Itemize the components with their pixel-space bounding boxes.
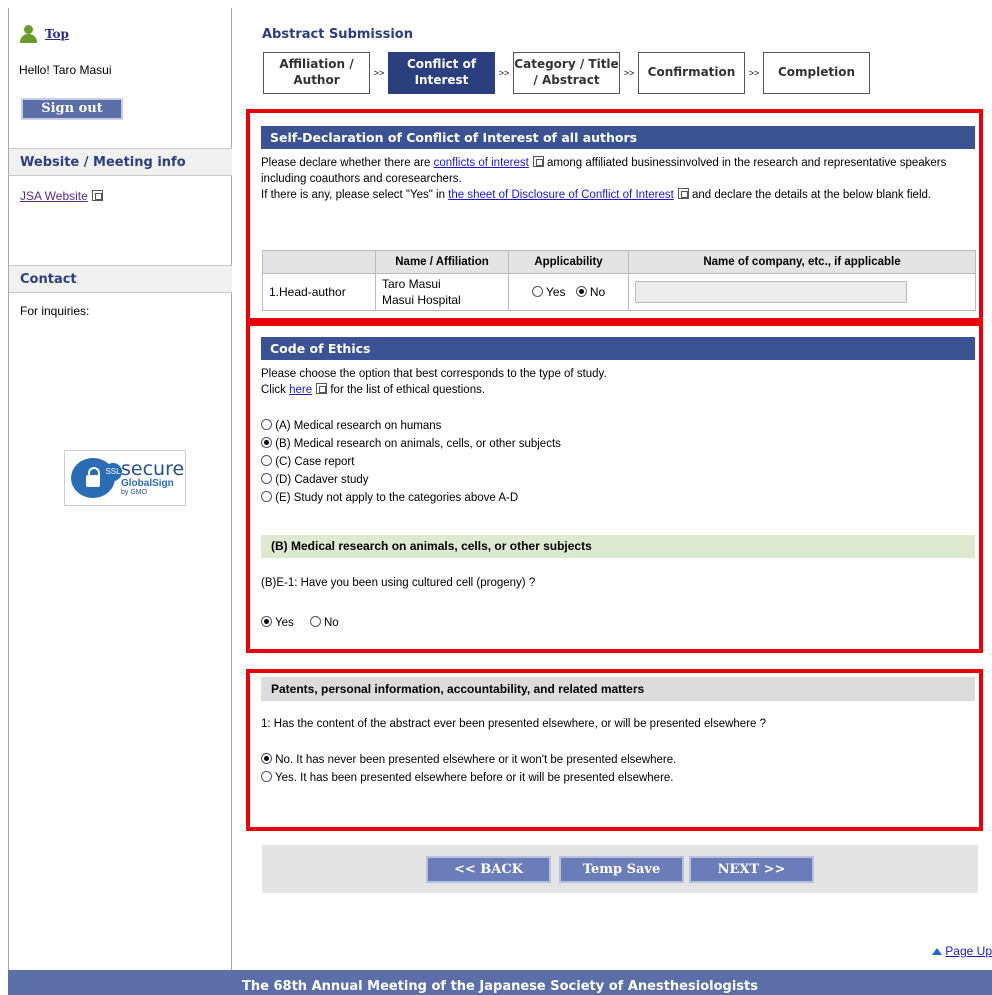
jsa-website-label[interactable]: JSA Website — [20, 189, 88, 203]
ethics-text-1: Please choose the option that best corre… — [261, 368, 607, 380]
author-affiliation: Masui Hospital — [382, 293, 461, 307]
author-name-affiliation: Taro Masui Masui Hospital — [375, 273, 509, 311]
greeting: Hello! Taro Masui — [19, 63, 112, 77]
ethics-option-d[interactable]: (D) Cadaver study — [261, 471, 975, 489]
company-name-input[interactable] — [635, 281, 907, 303]
step-affiliation[interactable]: Affiliation / Author — [263, 52, 370, 94]
back-button[interactable]: << BACK — [426, 856, 551, 883]
radio-e[interactable] — [261, 491, 272, 502]
step-separator: >> — [623, 68, 635, 78]
coi-heading: Self-Declaration of Conflict of Interest… — [261, 126, 975, 149]
ethics-answer: Yes No — [261, 615, 975, 631]
external-link-icon — [91, 190, 103, 201]
ssl-brand-text: GlobalSign — [121, 478, 174, 489]
ethics-heading: Code of Ethics — [261, 337, 975, 360]
ethics-question: (B)E-1: Have you been using cultured cel… — [261, 577, 536, 589]
sidebar: Top Hello! Taro Masui Sign out Website /… — [8, 8, 232, 970]
next-button[interactable]: NEXT >> — [689, 856, 814, 883]
question-yes-radio[interactable] — [261, 616, 272, 627]
step-separator: >> — [373, 68, 385, 78]
button-bar: << BACK Temp Save NEXT >> — [262, 845, 978, 893]
patents-yes-radio[interactable] — [261, 771, 272, 782]
patents-heading: Patents, personal information, accountab… — [261, 677, 975, 701]
company-cell — [628, 273, 976, 311]
coi-no-radio[interactable] — [575, 286, 587, 297]
radio-c[interactable] — [261, 455, 272, 466]
patents-options: No. It has never been presented elsewher… — [261, 751, 975, 787]
ethics-section: Code of Ethics Please choose the option … — [246, 322, 983, 653]
coi-text-2: If there is any, please select "Yes" in … — [261, 188, 932, 201]
lock-icon: SSL — [71, 458, 122, 498]
coi-text-1: Please declare whether there are conflic… — [261, 156, 947, 185]
patents-option-yes[interactable]: Yes. It has been presented elsewhere bef… — [261, 769, 975, 787]
external-link-icon — [677, 188, 689, 199]
contact-text: For inquiries: — [20, 304, 90, 318]
step-category-title[interactable]: Category / Title / Abstract — [513, 52, 620, 94]
footer: The 68th Annual Meeting of the Japanese … — [8, 970, 992, 995]
ssl-tag: SSL — [104, 463, 122, 481]
step-progress: Affiliation / Author >> Conflict of Inte… — [263, 52, 870, 94]
main-content: Abstract Submission Affiliation / Author… — [233, 8, 992, 970]
question-no-radio[interactable] — [309, 616, 321, 627]
up-arrow-icon — [932, 948, 943, 955]
applicability-cell: Yes No — [508, 273, 629, 311]
patents-option-no[interactable]: No. It has never been presented elsewher… — [261, 751, 975, 769]
step-conflict-of-interest[interactable]: Conflict of Interest — [388, 52, 495, 94]
contact-heading: Contact — [9, 265, 232, 293]
ethics-sub-heading: (B) Medical research on animals, cells, … — [261, 535, 975, 558]
ethics-option-b[interactable]: (B) Medical research on animals, cells, … — [261, 435, 975, 453]
table-header: Applicability — [508, 250, 629, 274]
ssl-sub-text: by GMO — [121, 489, 148, 496]
jsa-website-link[interactable]: JSA Website — [20, 189, 103, 203]
radio-b[interactable] — [261, 437, 272, 448]
conflicts-of-interest-link[interactable]: conflicts of interest — [434, 157, 529, 169]
website-heading: Website / Meeting info — [9, 148, 232, 176]
radio-a[interactable] — [261, 419, 272, 430]
signout-button[interactable]: Sign out — [21, 98, 123, 120]
table-header: Name of company, etc., if applicable — [628, 250, 976, 274]
patents-no-radio[interactable] — [261, 753, 272, 764]
coi-yes-radio[interactable] — [531, 286, 543, 297]
table-row: 1.Head-author Taro Masui Masui Hospital … — [262, 273, 976, 311]
patents-section: Patents, personal information, accountab… — [246, 669, 983, 831]
ethics-text-2: Click here for the list of ethical quest… — [261, 383, 486, 396]
step-separator: >> — [498, 68, 510, 78]
patents-question: 1: Has the content of the abstract ever … — [261, 718, 767, 730]
user-icon — [19, 25, 37, 43]
table-header — [262, 250, 376, 274]
step-separator: >> — [748, 68, 760, 78]
page-title: Abstract Submission — [262, 27, 413, 42]
temp-save-button[interactable]: Temp Save — [559, 856, 684, 883]
top-link-row: Top — [19, 25, 69, 43]
ethics-option-c[interactable]: (C) Case report — [261, 453, 975, 471]
radio-d[interactable] — [261, 473, 272, 484]
coi-table: Name / Affiliation Applicability Name of… — [262, 250, 976, 311]
table-header: Name / Affiliation — [375, 250, 509, 274]
ssl-secure-text: secure — [121, 458, 185, 480]
coi-section: Self-Declaration of Conflict of Interest… — [246, 109, 983, 322]
coi-disclosure-sheet-link[interactable]: the sheet of Disclosure of Conflict of I… — [448, 189, 674, 201]
step-completion[interactable]: Completion — [763, 52, 870, 94]
coi-no-label: No — [589, 285, 606, 299]
top-link[interactable]: Top — [45, 27, 69, 41]
ethics-option-e[interactable]: (E) Study not apply to the categories ab… — [261, 489, 975, 507]
question-no-label: No — [323, 617, 339, 629]
author-name: Taro Masui — [382, 277, 441, 291]
author-role: 1.Head-author — [262, 273, 376, 311]
external-link-icon — [316, 383, 328, 394]
table-header-row: Name / Affiliation Applicability Name of… — [262, 250, 976, 274]
ethics-options: (A) Medical research on humans (B) Medic… — [261, 417, 975, 507]
ethics-option-a[interactable]: (A) Medical research on humans — [261, 417, 975, 435]
page-up-link[interactable]: Page Up — [945, 944, 992, 958]
coi-yes-label: Yes — [545, 285, 566, 299]
ssl-badge[interactable]: SSL secure GlobalSign by GMO — [64, 450, 186, 506]
external-link-icon — [532, 156, 544, 167]
step-confirmation[interactable]: Confirmation — [638, 52, 745, 94]
page-up[interactable]: Page Up — [932, 944, 992, 958]
ethics-questions-link[interactable]: here — [289, 384, 312, 396]
question-yes-label: Yes — [275, 617, 294, 629]
